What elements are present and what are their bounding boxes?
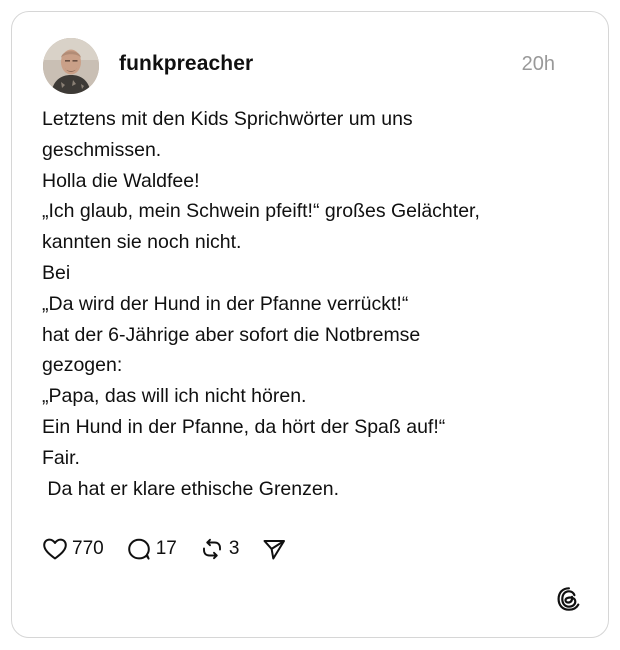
post-text-line: hat der 6-Jährige aber sofort die Notbre…: [42, 323, 421, 346]
post-text-line: gezogen:: [42, 354, 123, 377]
repost-button[interactable]: 3: [199, 537, 240, 561]
post-text-line: „Papa, das will ich nicht hören.: [42, 385, 307, 408]
post-text-line: Letztens mit den Kids Sprichwörter um un…: [42, 108, 413, 130]
post-text-line: Ein Hund in der Pfanne, da hört der Spaß…: [42, 415, 446, 438]
repost-count: 3: [228, 538, 240, 559]
threads-logo-icon: [556, 586, 582, 612]
send-icon: [261, 537, 287, 561]
post-text-line: Da hat er klare ethische Grenzen.: [42, 477, 339, 500]
like-count: 770: [72, 538, 104, 559]
heart-icon: [42, 537, 68, 561]
post-card: funkpreacher 20h Letztens mit den Kids S…: [11, 11, 609, 638]
username[interactable]: funkpreacher: [119, 52, 253, 76]
avatar[interactable]: [43, 38, 99, 94]
post-text-line: „Ich glaub, mein Schwein pfeift!“ großes…: [42, 200, 480, 223]
post-text-line: „Da wird der Hund in der Pfanne verrückt…: [42, 292, 409, 315]
post-text-line: geschmissen.: [42, 138, 162, 161]
like-button[interactable]: 770: [42, 537, 104, 561]
reply-button[interactable]: 17: [126, 537, 177, 561]
post-text-line: kannten sie noch nicht.: [42, 231, 242, 254]
post-text-line: Holla die Waldfee!: [42, 169, 200, 192]
speech-bubble-icon: [126, 537, 152, 561]
timestamp: 20h: [521, 53, 555, 75]
share-button[interactable]: [261, 537, 287, 561]
post-text: Letztens mit den Kids Sprichwörter um un…: [42, 104, 582, 504]
post-text-line: Bei: [42, 261, 71, 284]
reply-count: 17: [155, 538, 177, 559]
repost-icon: [199, 537, 225, 561]
post-text-line: Fair.: [42, 446, 80, 469]
action-bar: 770 17 3: [42, 535, 309, 563]
